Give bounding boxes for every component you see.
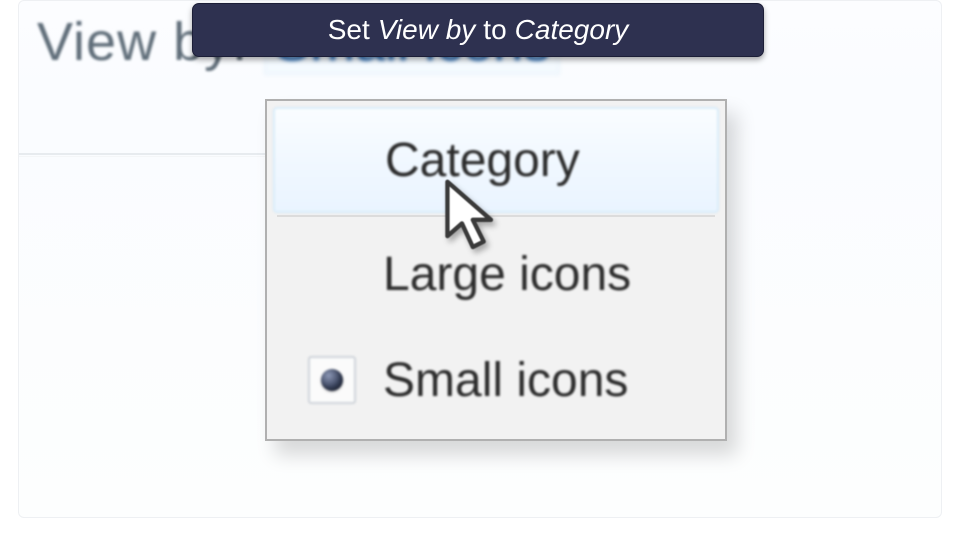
menu-item-radio-slot xyxy=(285,356,379,404)
instruction-text: Set xyxy=(328,14,370,46)
instruction-value: Category xyxy=(515,14,629,46)
menu-separator xyxy=(277,215,715,217)
dropdown-inner: Category Large icons Small icons xyxy=(273,107,719,433)
control-panel-area: View by: Small icons Category Large icon… xyxy=(18,0,942,518)
menu-item-label: Large icons xyxy=(379,247,631,302)
menu-item-label: Category xyxy=(381,133,580,188)
menu-item-small-icons[interactable]: Small icons xyxy=(273,327,719,433)
view-by-dropdown-menu: Category Large icons Small icons xyxy=(265,99,727,441)
menu-item-category[interactable]: Category xyxy=(273,107,719,213)
instruction-banner: Set View by to Category xyxy=(192,3,764,57)
instruction-text: to xyxy=(483,14,506,46)
selected-radio-icon xyxy=(308,356,356,404)
instruction-field: View by xyxy=(378,14,476,46)
bullet-icon xyxy=(321,369,343,391)
menu-item-label: Small icons xyxy=(379,353,628,408)
menu-item-large-icons[interactable]: Large icons xyxy=(273,221,719,327)
